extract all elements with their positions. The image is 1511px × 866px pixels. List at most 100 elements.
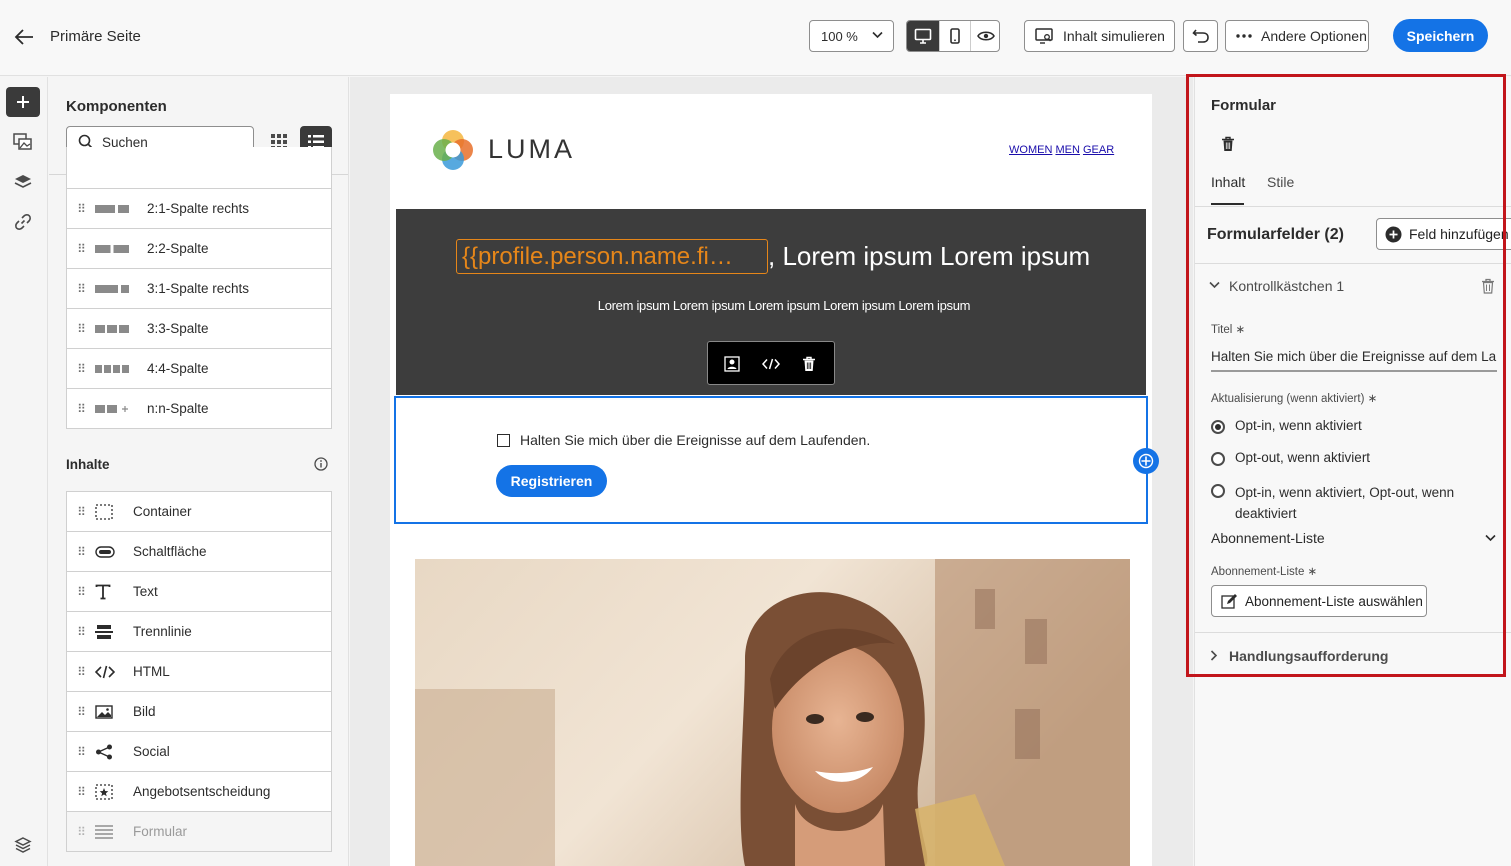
drag-handle-icon[interactable]: ⠿ bbox=[67, 505, 95, 519]
nav-link-gear[interactable]: GEAR bbox=[1083, 144, 1114, 156]
nav-link-women[interactable]: WOMEN bbox=[1009, 144, 1052, 156]
divider bbox=[1195, 632, 1511, 633]
properties-title: Formular bbox=[1211, 97, 1277, 114]
left-rail bbox=[0, 77, 48, 866]
content-item-container[interactable]: ⠿ Container bbox=[66, 491, 332, 532]
drag-handle-icon[interactable]: ⠿ bbox=[67, 322, 95, 336]
delete-field-icon[interactable] bbox=[1478, 276, 1498, 296]
content-item-text[interactable]: ⠿ Text bbox=[66, 571, 332, 612]
layers-icon[interactable] bbox=[6, 167, 40, 197]
add-element-icon[interactable] bbox=[1133, 448, 1159, 474]
drag-handle-icon[interactable]: ⠿ bbox=[67, 242, 95, 256]
content-item-button[interactable]: ⠿ Schaltfläche bbox=[66, 531, 332, 572]
form-fields-title: Formularfelder (2) bbox=[1207, 226, 1344, 243]
subscription-field-label: Abonnement-Liste ∗ bbox=[1211, 566, 1318, 578]
tab-content[interactable]: Inhalt bbox=[1211, 174, 1245, 190]
drag-handle-icon[interactable]: ⠿ bbox=[67, 625, 95, 639]
title-input[interactable]: Halten Sie mich über die Ereignisse auf … bbox=[1211, 349, 1497, 364]
drag-handle-icon[interactable]: ⠿ bbox=[67, 202, 95, 216]
content-item-divider[interactable]: ⠿ Trennlinie bbox=[66, 611, 332, 652]
share-icon bbox=[95, 744, 133, 760]
simulate-icon bbox=[1035, 28, 1053, 44]
preview-eye-icon[interactable] bbox=[970, 21, 999, 51]
content-item-html[interactable]: ⠿ HTML bbox=[66, 651, 332, 692]
chevron-down-icon[interactable] bbox=[1209, 281, 1220, 289]
radio-opt-in-out[interactable] bbox=[1211, 484, 1225, 498]
content-item-social[interactable]: ⠿ Social bbox=[66, 731, 332, 772]
hero-body: Lorem ipsum Lorem ipsum Lorem ipsum Lore… bbox=[597, 298, 971, 313]
tab-selected-indicator bbox=[1211, 203, 1244, 205]
undo-button[interactable] bbox=[1183, 20, 1218, 52]
zoom-dropdown[interactable]: 100 % bbox=[809, 20, 894, 52]
contents-title: Inhalte bbox=[66, 457, 110, 472]
form-section[interactable]: Halten Sie mich über die Ereignisse auf … bbox=[394, 396, 1148, 524]
list-item-partial[interactable] bbox=[66, 147, 332, 189]
drag-handle-icon[interactable]: ⠿ bbox=[67, 705, 95, 719]
cta-section-title[interactable]: Handlungsaufforderung bbox=[1229, 648, 1388, 664]
image-icon bbox=[95, 704, 133, 719]
register-button[interactable]: Registrieren bbox=[496, 465, 607, 497]
drag-handle-icon[interactable]: ⠿ bbox=[67, 825, 95, 839]
drag-handle-icon[interactable]: ⠿ bbox=[67, 402, 95, 416]
hero-title: , Lorem ipsum Lorem ipsum bbox=[768, 241, 1091, 271]
desktop-view-icon[interactable] bbox=[907, 21, 939, 51]
radio-opt-out-label: Opt-out, wenn aktiviert bbox=[1235, 450, 1371, 465]
add-field-button[interactable]: Feld hinzufügen bbox=[1376, 218, 1511, 250]
drag-handle-icon[interactable]: ⠿ bbox=[67, 545, 95, 559]
drag-handle-icon[interactable]: ⠿ bbox=[67, 665, 95, 679]
update-field-label: Aktualisierung (wenn aktiviert) ∗ bbox=[1211, 393, 1378, 405]
delete-icon[interactable] bbox=[799, 354, 819, 374]
structure-item-3-1-right[interactable]: ⠿ 3:1-Spalte rechts bbox=[66, 268, 332, 309]
form-checkbox[interactable] bbox=[497, 434, 510, 447]
drag-handle-icon[interactable]: ⠿ bbox=[67, 585, 95, 599]
logo-text: LUMA bbox=[488, 134, 576, 164]
select-subscription-button[interactable]: Abonnement-Liste auswählen bbox=[1211, 585, 1427, 617]
more-options-button[interactable]: Andere Optionen bbox=[1225, 20, 1369, 52]
content-label: Schaltfläche bbox=[133, 544, 207, 559]
subscription-label-text: Abonnement-Liste bbox=[1211, 566, 1305, 578]
radio-opt-out[interactable] bbox=[1211, 452, 1225, 466]
structure-item-n-n[interactable]: ⠿ n:n-Spalte bbox=[66, 388, 332, 429]
hero-section[interactable]: {{profile.person.name.fi… , Lorem ipsum … bbox=[396, 209, 1146, 395]
drag-handle-icon[interactable]: ⠿ bbox=[67, 282, 95, 296]
content-item-offer-decision[interactable]: ⠿ Angebotsentscheidung bbox=[66, 771, 332, 812]
personalization-token[interactable]: {{profile.person.name.fi… bbox=[456, 239, 768, 274]
structure-item-2-1-right[interactable]: ⠿ 2:1-Spalte rechts bbox=[66, 188, 332, 229]
delete-form-icon[interactable] bbox=[1217, 133, 1239, 155]
radio-opt-in-out-label: Opt-in, wenn aktiviert, Opt-out, wenn de… bbox=[1235, 485, 1455, 521]
section-title[interactable]: Kontrollkästchen 1 bbox=[1229, 278, 1344, 294]
structure-item-3-3[interactable]: ⠿ 3:3-Spalte bbox=[66, 308, 332, 349]
nav-link-men[interactable]: MEN bbox=[1055, 144, 1079, 156]
back-arrow-icon[interactable] bbox=[10, 24, 38, 50]
link-icon[interactable] bbox=[6, 207, 40, 237]
mobile-view-icon[interactable] bbox=[939, 21, 970, 51]
info-icon[interactable] bbox=[314, 457, 328, 471]
personalize-icon[interactable] bbox=[722, 354, 742, 374]
drag-handle-icon[interactable]: ⠿ bbox=[67, 785, 95, 799]
components-panel: Komponenten Suchen ⠿ 2:1-Spalte rechts ⠿… bbox=[49, 77, 349, 866]
code-icon[interactable] bbox=[760, 354, 782, 374]
subscription-section-header[interactable]: Abonnement-Liste bbox=[1211, 530, 1325, 546]
stack-icon[interactable] bbox=[6, 830, 40, 860]
chevron-right-icon[interactable] bbox=[1210, 650, 1218, 661]
drag-handle-icon[interactable]: ⠿ bbox=[67, 362, 95, 376]
tab-styles[interactable]: Stile bbox=[1267, 174, 1294, 190]
divider bbox=[1195, 263, 1511, 264]
element-toolbar bbox=[707, 341, 835, 385]
content-item-form[interactable]: ⠿ Formular bbox=[66, 811, 332, 852]
structure-item-2-2[interactable]: ⠿ 2:2-Spalte bbox=[66, 228, 332, 269]
drag-handle-icon[interactable]: ⠿ bbox=[67, 745, 95, 759]
title-field-label: Titel ∗ bbox=[1211, 324, 1246, 336]
save-button[interactable]: Speichern bbox=[1393, 19, 1488, 52]
column-layout-icon bbox=[95, 364, 133, 373]
content-item-image[interactable]: ⠿ Bild bbox=[66, 691, 332, 732]
structure-item-4-4[interactable]: ⠿ 4:4-Spalte bbox=[66, 348, 332, 389]
content-label: HTML bbox=[133, 664, 170, 679]
add-components-icon[interactable] bbox=[6, 87, 40, 117]
form-checkbox-label: Halten Sie mich über die Ereignisse auf … bbox=[520, 432, 871, 448]
select-subscription-label: Abonnement-Liste auswählen bbox=[1245, 593, 1423, 609]
chevron-down-icon[interactable] bbox=[1485, 534, 1496, 542]
simulate-content-button[interactable]: Inhalt simulieren bbox=[1024, 20, 1175, 52]
assets-icon[interactable] bbox=[6, 127, 40, 157]
radio-opt-in[interactable] bbox=[1211, 420, 1225, 434]
